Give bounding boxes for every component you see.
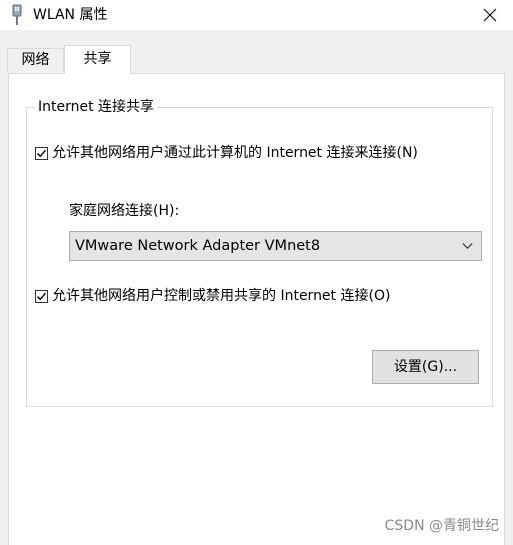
allow-connect-option[interactable]: 允许其他网络用户通过此计算机的 Internet 连接来连接(N) — [35, 143, 418, 163]
title-bar: WLAN 属性 — [0, 0, 513, 30]
internet-connection-sharing-group: Internet 连接共享 允许其他网络用户通过此计算机的 Internet 连… — [26, 97, 493, 407]
home-network-select[interactable]: VMware Network Adapter VMnet8 — [69, 231, 482, 261]
tab-sharing[interactable]: 共享 — [64, 45, 131, 74]
checkmark-icon — [36, 292, 47, 300]
allow-control-option[interactable]: 允许其他网络用户控制或禁用共享的 Internet 连接(O) — [35, 286, 390, 306]
allow-control-label[interactable]: 允许其他网络用户控制或禁用共享的 Internet 连接(O) — [52, 286, 390, 306]
close-icon — [483, 8, 497, 22]
wlan-properties-window: WLAN 属性 网络 共享 Internet 连接共享 允许其他网络用户通过此计… — [0, 0, 513, 545]
allow-connect-checkbox[interactable] — [35, 146, 48, 160]
watermark: CSDN @青铜世纪 — [384, 518, 499, 534]
close-button[interactable] — [467, 0, 513, 30]
group-title: Internet 连接共享 — [35, 97, 158, 117]
allow-connect-label[interactable]: 允许其他网络用户通过此计算机的 Internet 连接来连接(N) — [52, 143, 418, 163]
tab-strip: 网络 共享 — [0, 30, 513, 74]
settings-button[interactable]: 设置(G)... — [372, 350, 479, 384]
checkmark-icon — [36, 149, 47, 157]
tab-network[interactable]: 网络 — [7, 48, 64, 72]
chevron-down-icon — [462, 243, 473, 250]
home-network-label: 家庭网络连接(H): — [69, 203, 180, 219]
allow-control-checkbox[interactable] — [35, 289, 48, 303]
sharing-tab-panel: Internet 连接共享 允许其他网络用户通过此计算机的 Internet 连… — [8, 73, 505, 545]
window-title: WLAN 属性 — [33, 7, 108, 23]
home-network-value: VMware Network Adapter VMnet8 — [75, 238, 321, 254]
network-adapter-icon — [12, 4, 22, 25]
